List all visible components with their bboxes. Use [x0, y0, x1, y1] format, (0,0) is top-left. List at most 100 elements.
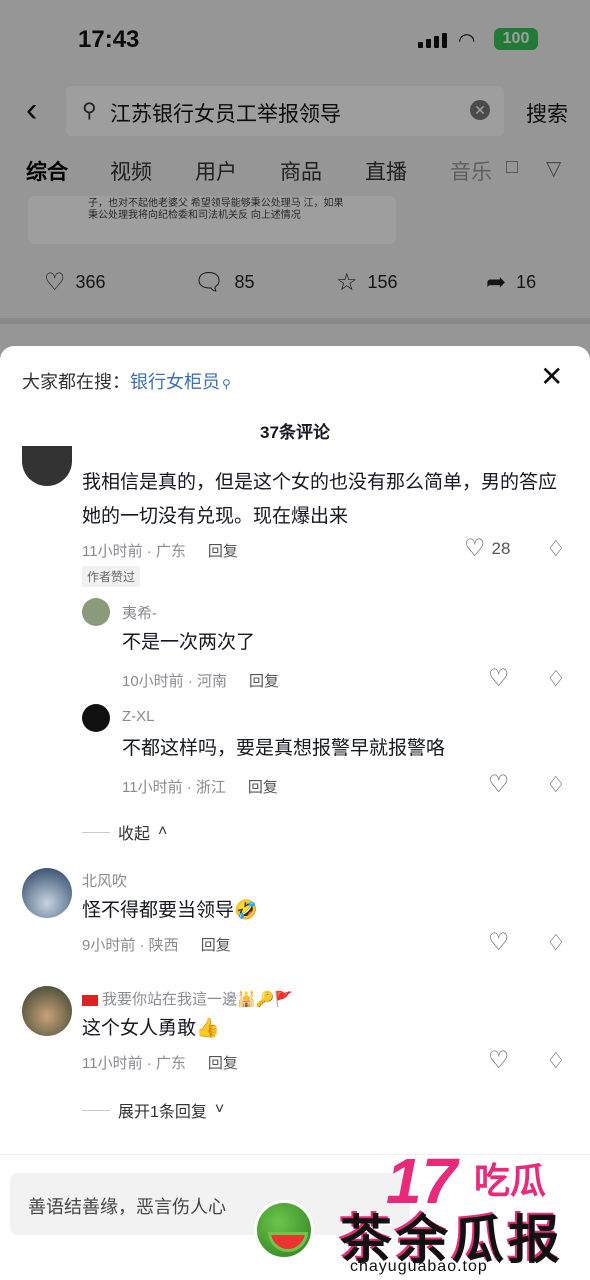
avatar[interactable] — [22, 986, 72, 1036]
heart-icon: ♡ — [44, 269, 66, 296]
dislike-icon[interactable]: ♢ — [546, 1048, 566, 1074]
divider — [82, 831, 110, 833]
back-arrow-icon[interactable]: ‹ — [26, 92, 37, 128]
flag-icon — [82, 994, 98, 1006]
comment-text: 怪不得都要当领导🤣 — [82, 900, 258, 921]
reply-button[interactable]: 回复 — [208, 543, 238, 560]
comment-count: 85 — [234, 272, 255, 292]
star-icon: ☆ — [336, 269, 358, 296]
tab-live[interactable]: 直播 — [365, 156, 407, 186]
chevron-up-icon: ˄ — [158, 823, 168, 840]
heart-icon: ♡ — [488, 771, 510, 798]
battery-icon: 100 — [494, 28, 538, 50]
dislike-icon[interactable]: ♢ — [546, 536, 566, 562]
username[interactable]: Z-XL — [122, 708, 155, 725]
tab-music[interactable]: 音乐 — [450, 156, 492, 186]
dislike-icon[interactable]: ♢ — [546, 666, 566, 692]
close-icon[interactable]: ✕ — [540, 360, 563, 393]
search-button[interactable]: 搜索 — [526, 98, 568, 128]
video-card[interactable]: 子，也对不起他老婆父 希望领导能够秉公处理马 江，如果 秉公处理我将向纪检委和司… — [28, 196, 396, 244]
share-stat[interactable]: ➦ 16 — [486, 268, 536, 297]
like-count: 28 — [491, 538, 511, 558]
search-bar: ‹ ⚲ 江苏银行女员工举报领导 ✕ 搜索 — [0, 84, 590, 140]
like-button[interactable]: ♡ 28 — [464, 534, 510, 563]
comment-meta: 9小时前 · 陕西 回复 — [82, 934, 231, 955]
like-button[interactable]: ♡ — [488, 664, 510, 693]
divider — [82, 1109, 110, 1111]
time-location: 10小时前 · 河南 — [122, 673, 228, 690]
search-query: 江苏银行女员工举报领导 — [110, 103, 341, 126]
comment-text: 这个女人勇敢👍 — [82, 1018, 220, 1039]
trending-keyword[interactable]: 银行女柜员 — [130, 372, 220, 392]
like-button[interactable]: ♡ — [488, 1046, 510, 1075]
comment-text: 我相信是真的，但是这个女的也没有那么简单，男的答应她的一切没有兑现。现在爆出来 — [82, 472, 558, 527]
reply-button[interactable]: 回复 — [201, 937, 231, 954]
avatar[interactable] — [82, 598, 110, 626]
time-location: 11小时前 · 广东 — [82, 543, 186, 560]
search-icon: ⚲ — [222, 377, 231, 391]
dislike-icon[interactable]: ♢ — [546, 772, 566, 798]
avatar[interactable] — [22, 446, 72, 486]
heart-icon: ♡ — [488, 1047, 510, 1074]
comment-icon: 🗨 — [194, 269, 225, 296]
heart-icon: ♡ — [488, 929, 510, 956]
tab-products[interactable]: 商品 — [280, 156, 322, 186]
post-stats: ♡ 366 🗨 85 ☆ 156 ➦ 16 — [0, 268, 590, 300]
collapse-label: 收起 — [118, 826, 151, 843]
author-liked-badge: 作者赞过 — [82, 566, 141, 587]
comment-text: 不都这样吗，要是真想报警早就报警咯 — [122, 738, 446, 759]
tab-users[interactable]: 用户 — [195, 156, 237, 186]
video-text: 子，也对不起他老婆父 希望领导能够秉公处理马 江，如果 秉公处理我将向纪检委和司… — [88, 198, 344, 221]
time-location: 11小时前 · 浙江 — [122, 779, 226, 796]
username[interactable]: 北风吹 — [82, 870, 127, 891]
background-page: 17:43 ◠ 100 ‹ ⚲ 江苏银行女员工举报领导 ✕ 搜索 综合 视频 用… — [0, 0, 590, 360]
comment-meta: 11小时前 · 广东 回复 — [82, 540, 238, 561]
divider — [0, 318, 590, 324]
avatar[interactable] — [82, 704, 110, 732]
reply-button[interactable]: 回复 — [208, 1055, 238, 1072]
trending-search: 大家都在搜：银行女柜员 ⚲ — [22, 368, 231, 394]
comment-meta: 10小时前 · 河南 回复 — [122, 670, 279, 691]
dislike-icon[interactable]: ♢ — [546, 930, 566, 956]
clock: 17:43 — [78, 26, 140, 53]
comment-count-title: 37条评论 — [260, 423, 330, 442]
filter-icon[interactable]: ▽ — [546, 156, 561, 181]
time-location: 9小时前 · 陕西 — [82, 937, 179, 954]
heart-icon: ♡ — [488, 665, 510, 692]
like-stat[interactable]: ♡ 366 — [44, 268, 106, 297]
comment-text: 不是一次两次了 — [122, 632, 256, 653]
comment-stat[interactable]: 🗨 85 — [194, 268, 255, 297]
chevron-down-icon: ˅ — [214, 1101, 225, 1118]
watermark-word: 吃瓜 — [474, 1160, 547, 1201]
clear-icon[interactable]: ✕ — [470, 100, 490, 120]
comment-meta: 11小时前 · 广东 回复 — [82, 1052, 238, 1073]
search-icon: ⚲ — [82, 100, 97, 122]
reply-button[interactable]: 回复 — [248, 779, 278, 796]
status-bar: 17:43 ◠ 100 — [0, 0, 590, 80]
collapse-replies-button[interactable]: 收起 ˄ — [82, 820, 167, 844]
like-button[interactable]: ♡ — [488, 928, 510, 957]
like-count: 366 — [75, 272, 106, 292]
avatar[interactable] — [22, 868, 72, 918]
comment-meta: 11小时前 · 浙江 回复 — [122, 776, 278, 797]
favorite-stat[interactable]: ☆ 156 — [336, 268, 398, 297]
window-icon[interactable]: □ — [506, 156, 518, 179]
signal-icon — [418, 30, 447, 48]
heart-icon: ♡ — [464, 535, 486, 562]
search-input[interactable]: ⚲ 江苏银行女员工举报领导 ✕ — [66, 86, 504, 136]
expand-label: 展开1条回复 — [118, 1104, 207, 1121]
wifi-icon: ◠ — [458, 30, 476, 52]
reply-button[interactable]: 回复 — [249, 673, 279, 690]
username[interactable]: 夷希- — [122, 602, 157, 623]
share-count: 16 — [516, 272, 537, 292]
favorite-count: 156 — [367, 272, 398, 292]
expand-replies-button[interactable]: 展开1条回复 ˅ — [82, 1098, 224, 1122]
time-location: 11小时前 · 广东 — [82, 1055, 186, 1072]
watermark-url: chayuguabao.top — [350, 1258, 488, 1275]
input-placeholder: 善语结善缘，恶言伤人心 — [28, 1197, 226, 1217]
tab-video[interactable]: 视频 — [110, 156, 152, 186]
like-button[interactable]: ♡ — [488, 770, 510, 799]
result-tabs: 综合 视频 用户 商品 直播 音乐 □ ▽ — [0, 156, 590, 196]
tab-comprehensive[interactable]: 综合 — [26, 156, 68, 186]
username[interactable]: 我要你站在我這一邊🕌🔑🚩 — [82, 988, 293, 1009]
